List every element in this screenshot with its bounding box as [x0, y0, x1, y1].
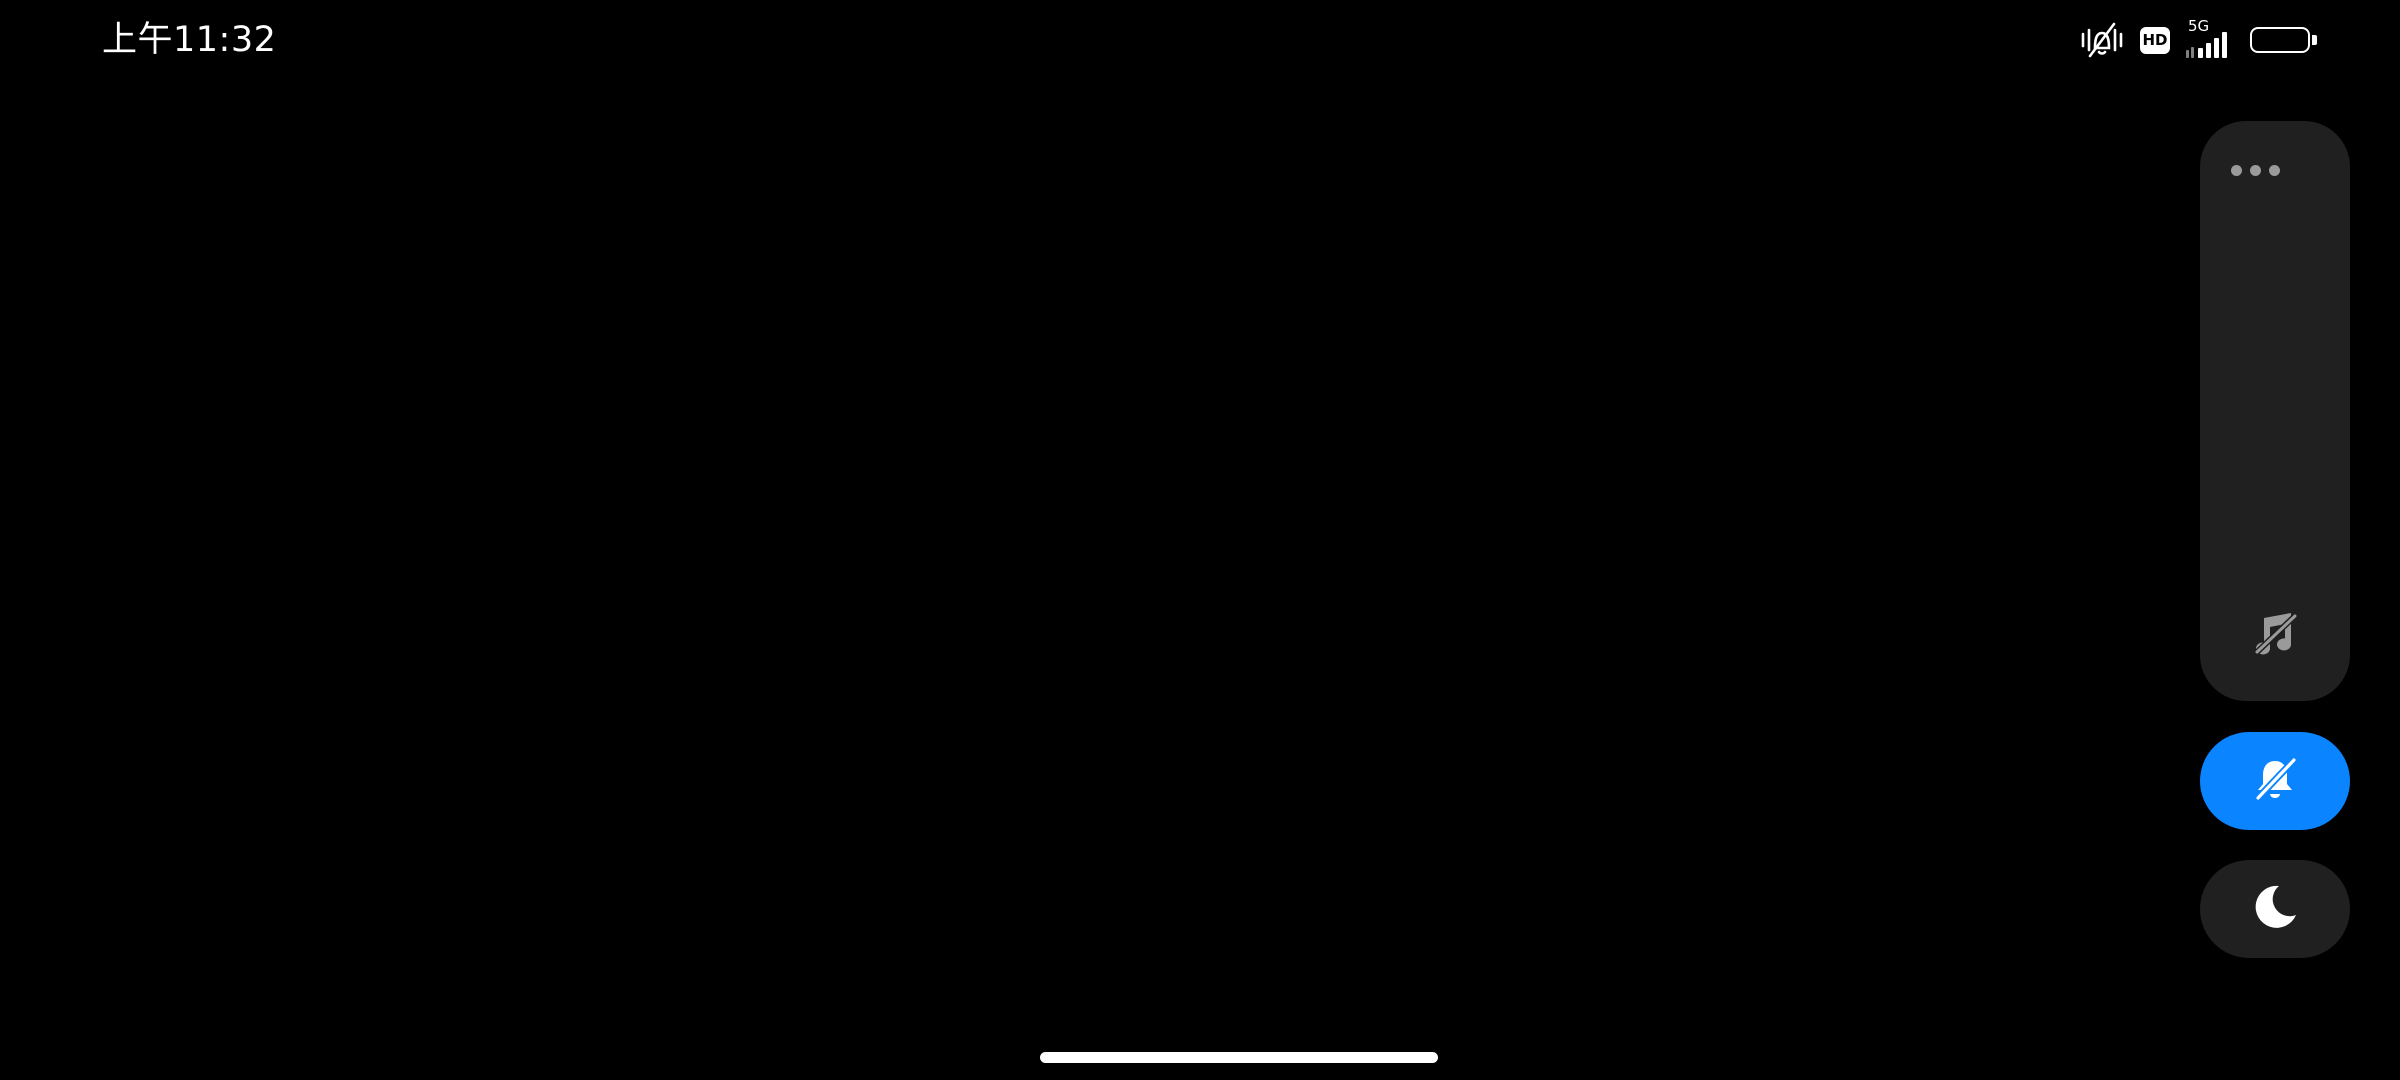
- bell-muted-icon: [2249, 753, 2301, 809]
- more-dot: [2249, 164, 2261, 176]
- vibrate-mute-icon: [2078, 20, 2126, 60]
- moon-icon: [2249, 881, 2301, 937]
- media-volume-slider[interactable]: [2200, 200, 2350, 580]
- more-dots-icon: [2230, 164, 2242, 176]
- battery-tip: [2312, 35, 2317, 45]
- screen: 上午11:32 HD 5G 91: [0, 0, 2400, 1080]
- silent-mode-button[interactable]: [2200, 732, 2350, 830]
- status-time: 上午11:32: [102, 20, 277, 60]
- hd-badge: HD: [2140, 26, 2170, 54]
- home-indicator[interactable]: [1040, 1052, 1438, 1063]
- status-icons: HD 5G 91: [2078, 18, 2320, 62]
- battery-icon: 91: [2250, 25, 2320, 55]
- battery-level: 91: [2266, 28, 2294, 52]
- do-not-disturb-button[interactable]: [2200, 860, 2350, 958]
- signal-5g-icon: 5G: [2184, 18, 2236, 60]
- more-options-button[interactable]: [2220, 145, 2290, 195]
- battery-body: 91: [2250, 27, 2310, 53]
- more-dot: [2268, 164, 2280, 176]
- music-muted-icon: [2249, 608, 2301, 660]
